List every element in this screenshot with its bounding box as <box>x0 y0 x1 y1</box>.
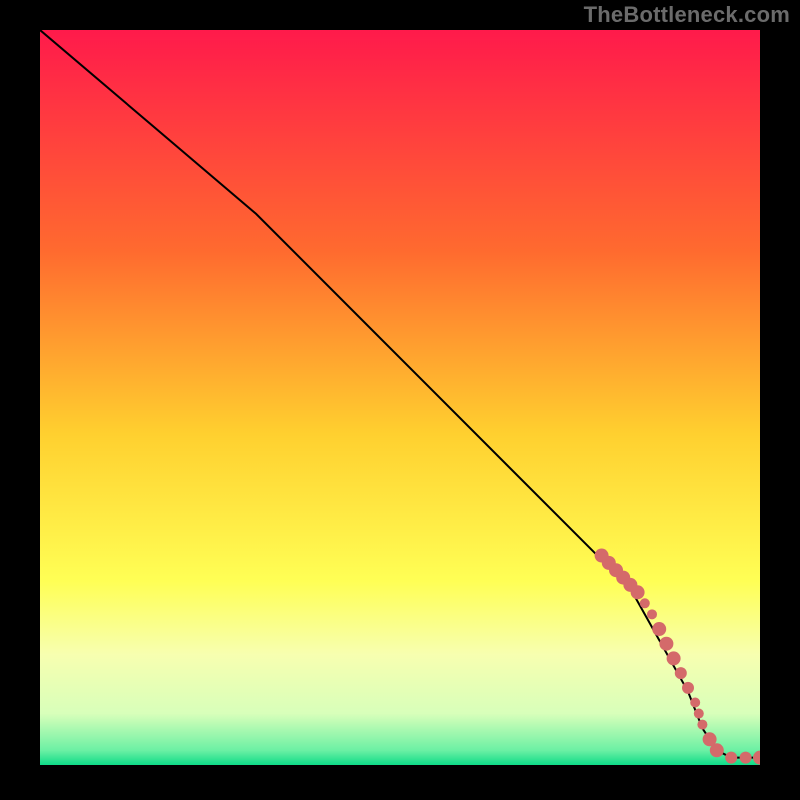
data-marker <box>697 720 707 730</box>
data-marker <box>725 752 737 764</box>
data-marker <box>631 585 645 599</box>
data-marker <box>710 743 724 757</box>
chart-plot <box>40 30 760 765</box>
gradient-background <box>40 30 760 765</box>
data-marker <box>690 698 700 708</box>
data-marker <box>647 609 657 619</box>
data-marker <box>659 637 673 651</box>
chart-frame: TheBottleneck.com <box>0 0 800 800</box>
data-marker <box>682 682 694 694</box>
attribution-label: TheBottleneck.com <box>584 2 790 28</box>
data-marker <box>675 667 687 679</box>
data-marker <box>667 651 681 665</box>
data-marker <box>740 752 752 764</box>
data-marker <box>694 709 704 719</box>
chart-svg <box>40 30 760 765</box>
data-marker <box>640 598 650 608</box>
data-marker <box>652 622 666 636</box>
